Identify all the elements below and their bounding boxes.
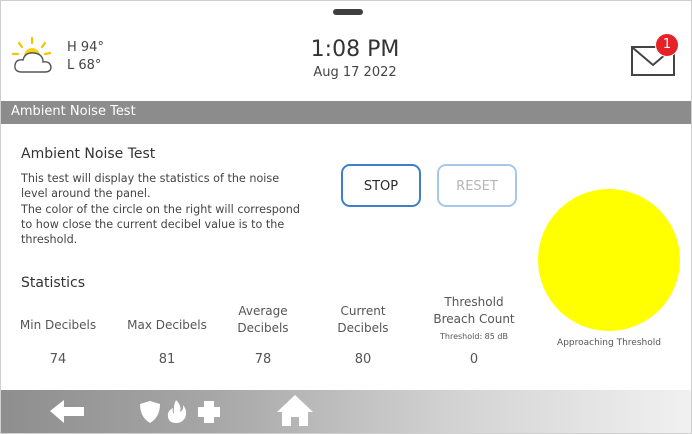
stat-header-line: Min Decibels: [19, 318, 97, 332]
threshold-note: Threshold: 85 dB: [440, 332, 508, 341]
clock-date: Aug 17 2022: [313, 65, 397, 80]
test-heading: Ambient Noise Test: [21, 146, 156, 162]
partly-cloudy-icon: [11, 36, 52, 73]
stat-header-line: Current: [340, 304, 386, 318]
pull-down-handle[interactable]: [333, 9, 363, 15]
stat-header-breach-count: Threshold Breach Count: [418, 294, 530, 328]
bottom-nav-bar: [1, 390, 691, 433]
stat-header-max: Max Decibels: [121, 317, 213, 334]
stat-header-line: Decibels: [237, 321, 289, 335]
indicator-label: Approaching Threshold: [557, 338, 661, 348]
notification-badge: 1: [655, 33, 679, 57]
temperature-high: H 94°: [67, 40, 104, 55]
stat-value-min: 74: [49, 352, 67, 367]
test-description: This test will display the statistics of…: [21, 171, 341, 247]
fire-icon[interactable]: [161, 390, 191, 433]
stat-header-average: Average Decibels: [223, 303, 303, 337]
noise-level-indicator: [538, 189, 680, 331]
home-icon[interactable]: [273, 390, 317, 433]
stat-header-line: Breach Count: [433, 312, 515, 326]
stat-header-line: Decibels: [337, 321, 389, 335]
medical-cross-icon[interactable]: [192, 390, 226, 433]
stat-header-line: Max Decibels: [127, 318, 207, 332]
stat-header-min: Min Decibels: [18, 317, 98, 334]
stop-button[interactable]: STOP: [341, 164, 421, 207]
page-title: Ambient Noise Test: [11, 104, 136, 119]
stat-header-line: Average: [238, 304, 288, 318]
description-line: This test will display the statistics of…: [21, 172, 280, 185]
page-title-bar: Ambient Noise Test: [1, 101, 691, 124]
back-arrow-icon[interactable]: [44, 390, 90, 433]
stat-value-average: 78: [254, 352, 272, 367]
description-line: threshold.: [21, 233, 78, 247]
clock-time: 1:08 PM: [310, 37, 400, 62]
reset-button[interactable]: RESET: [437, 164, 517, 207]
stat-value-max: 81: [158, 352, 176, 367]
description-line: to how close the current decibel value i…: [21, 217, 285, 231]
stat-header-line: Threshold: [444, 295, 504, 309]
statistics-heading: Statistics: [21, 275, 85, 291]
description-line: level around the panel.: [21, 187, 151, 201]
stat-value-current: 80: [354, 352, 372, 367]
temperature-low: L 68°: [67, 58, 102, 73]
stat-header-current: Current Decibels: [323, 303, 403, 337]
description-line: The color of the circle on the right wil…: [21, 202, 300, 216]
stat-value-breach-count: 0: [469, 352, 479, 367]
